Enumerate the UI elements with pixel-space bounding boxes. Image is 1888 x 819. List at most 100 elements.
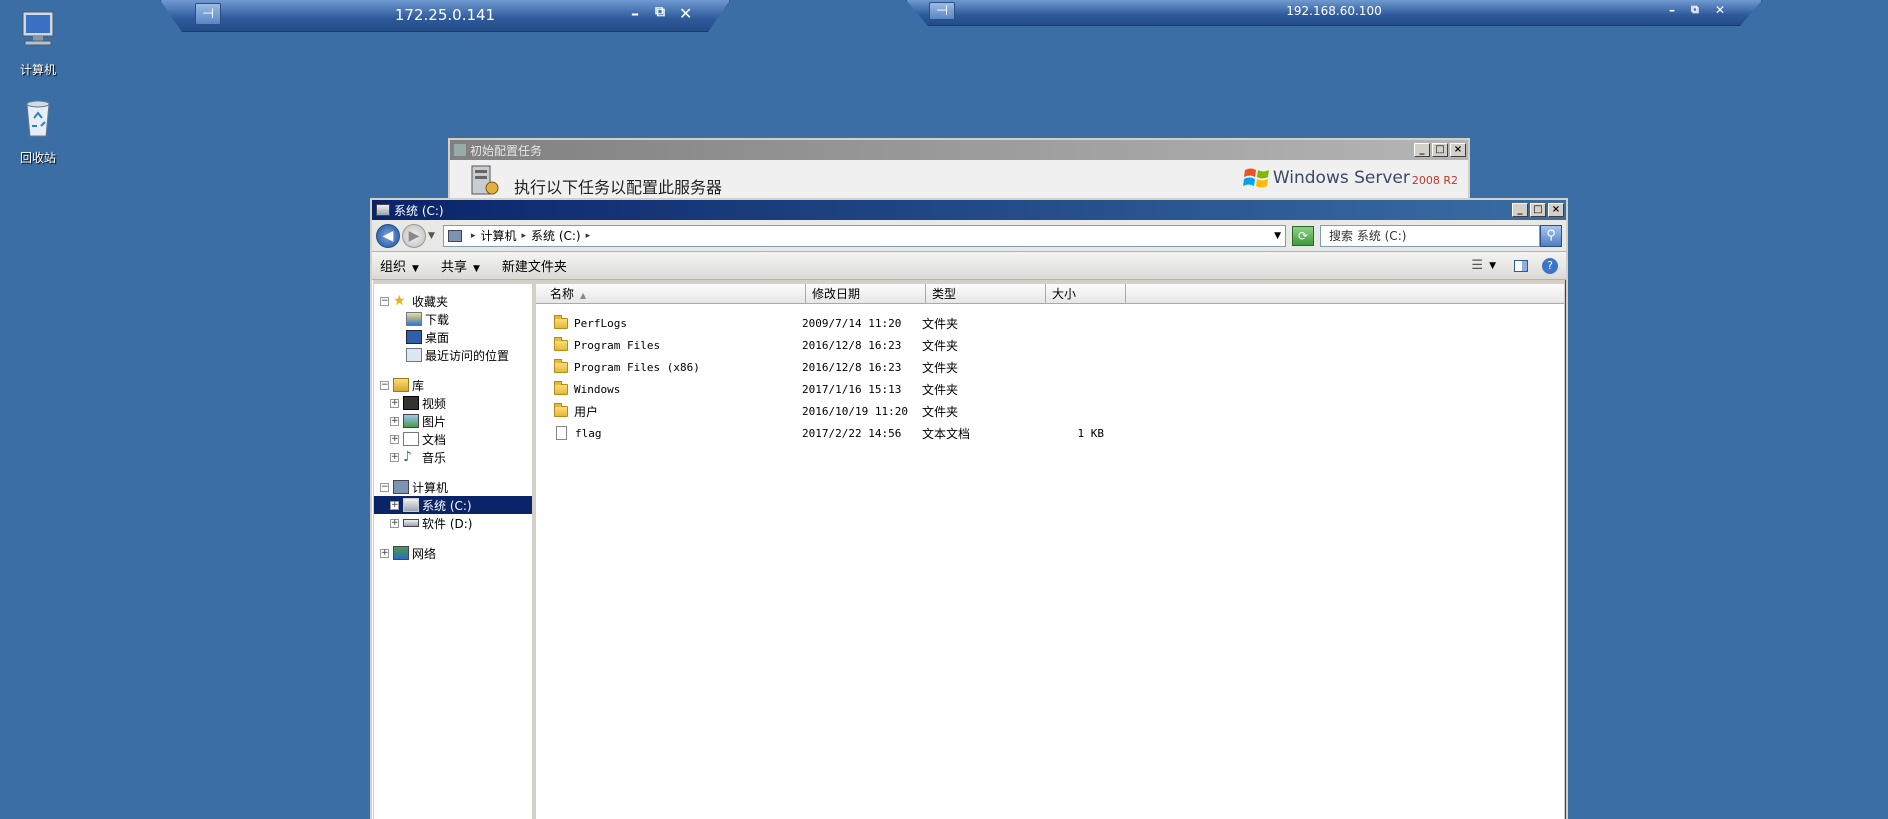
organize-button[interactable]: 组织 ▼ bbox=[380, 256, 419, 275]
restore-button[interactable]: ⧉ bbox=[655, 4, 665, 20]
navigation-pane[interactable]: − ★ 收藏夹 下载 桌面 最近访问的位置 − 库 + 视频 + 图片 + 文档… bbox=[374, 284, 534, 819]
tree-item-desktop[interactable]: 桌面 bbox=[374, 328, 532, 346]
tree-label: 最近访问的位置 bbox=[425, 348, 510, 363]
tree-label: 系统 (C:) bbox=[422, 498, 472, 513]
maximize-button[interactable]: □ bbox=[1530, 203, 1546, 217]
column-header-name[interactable]: 名称 ▲ bbox=[536, 284, 806, 303]
chevron-right-icon[interactable]: ▸ bbox=[586, 231, 591, 241]
column-header-row: 名称 ▲ 修改日期 类型 大小 bbox=[536, 284, 1564, 304]
desktop-icon bbox=[406, 330, 422, 344]
picture-icon bbox=[403, 414, 419, 428]
desktop-icon-recycle-bin[interactable]: 回收站 bbox=[0, 96, 76, 166]
tree-item-network[interactable]: + 网络 bbox=[374, 544, 532, 562]
dropdown-arrow-icon[interactable]: ▼ bbox=[1489, 261, 1496, 271]
chevron-right-icon[interactable]: ▸ bbox=[471, 231, 476, 241]
folder-icon bbox=[554, 380, 568, 395]
expand-icon[interactable]: + bbox=[390, 518, 399, 528]
file-modified: 2017/1/16 15:13 bbox=[802, 382, 902, 396]
tree-item-documents[interactable]: + 文档 bbox=[374, 430, 532, 448]
collapse-icon[interactable]: − bbox=[380, 482, 389, 492]
tree-item-recent-places[interactable]: 最近访问的位置 bbox=[374, 346, 532, 364]
file-row[interactable]: Program Files (x86) 2016/12/8 16:23 文件夹 bbox=[536, 356, 1564, 378]
collapse-icon[interactable]: − bbox=[380, 380, 389, 390]
search-input[interactable]: 搜索 系统 (C:) bbox=[1320, 224, 1540, 247]
file-list-pane[interactable]: 名称 ▲ 修改日期 类型 大小 PerfLogs 2009/7/14 11:20 … bbox=[536, 284, 1564, 819]
file-name: PerfLogs bbox=[574, 316, 627, 330]
minimize-button[interactable]: – bbox=[631, 4, 639, 23]
view-options-icon[interactable]: ☰ bbox=[1471, 258, 1483, 273]
tree-item-music[interactable]: + ♪ 音乐 bbox=[374, 448, 532, 466]
window-titlebar[interactable]: 系统 (C:) _ □ × bbox=[372, 200, 1566, 220]
address-dropdown-icon[interactable]: ▼ bbox=[1274, 231, 1281, 241]
chevron-right-icon[interactable]: ▸ bbox=[521, 231, 526, 241]
tree-item-pictures[interactable]: + 图片 bbox=[374, 412, 532, 430]
search-icon[interactable]: ⚲ bbox=[1540, 224, 1562, 247]
file-row[interactable]: flag 2017/2/22 14:56 文本文档 1 KB bbox=[536, 422, 1564, 444]
folder-icon bbox=[554, 336, 568, 351]
file-row[interactable]: 用户 2016/10/19 11:20 文件夹 bbox=[536, 400, 1564, 422]
column-header-modified[interactable]: 修改日期 bbox=[806, 284, 926, 303]
file-row[interactable]: PerfLogs 2009/7/14 11:20 文件夹 bbox=[536, 312, 1564, 334]
tree-item-downloads[interactable]: 下载 bbox=[374, 310, 532, 328]
close-button[interactable]: × bbox=[1450, 143, 1466, 157]
star-icon: ★ bbox=[393, 293, 406, 309]
share-button[interactable]: 共享 ▼ bbox=[441, 256, 480, 275]
file-name: flag bbox=[575, 426, 602, 440]
collapse-icon[interactable]: − bbox=[380, 296, 389, 306]
preview-pane-icon[interactable] bbox=[1514, 259, 1528, 272]
sort-ascending-icon: ▲ bbox=[580, 291, 587, 300]
desktop-icon-computer[interactable]: 计算机 bbox=[0, 8, 76, 78]
help-icon[interactable]: ? bbox=[1542, 257, 1558, 274]
back-button[interactable]: ◀ bbox=[376, 223, 400, 248]
minimize-button[interactable]: – bbox=[1669, 3, 1675, 17]
connection-address: 172.25.0.141 bbox=[394, 6, 496, 24]
dropdown-arrow-icon: ▼ bbox=[412, 264, 419, 274]
restore-button[interactable]: ⧉ bbox=[1691, 3, 1699, 17]
address-row: ◀ ▶ ▼ ▸ 计算机 ▸ 系统 (C:) ▸ ▼ ⟳ 搜索 系统 (C:) ⚲ bbox=[372, 220, 1566, 252]
breadcrumb-drive-c[interactable]: 系统 (C:) bbox=[531, 227, 581, 244]
tree-label: 图片 bbox=[422, 414, 447, 429]
rdp-connection-bar[interactable]: ⊣ 172.25.0.141 – ⧉ ✕ bbox=[160, 0, 730, 32]
file-row[interactable]: Program Files 2016/12/8 16:23 文件夹 bbox=[536, 334, 1564, 356]
explorer-window[interactable]: 系统 (C:) _ □ × ◀ ▶ ▼ ▸ 计算机 ▸ 系统 (C:) ▸ ▼ … bbox=[370, 198, 1568, 819]
expand-icon[interactable]: + bbox=[390, 398, 399, 408]
forward-button[interactable]: ▶ bbox=[402, 223, 426, 248]
dropdown-arrow-icon: ▼ bbox=[472, 264, 480, 274]
history-dropdown-icon[interactable]: ▼ bbox=[428, 231, 435, 241]
text-file-icon bbox=[556, 426, 567, 440]
minimize-button[interactable]: _ bbox=[1512, 203, 1528, 217]
tree-item-drive-d[interactable]: + 软件 (D:) bbox=[374, 514, 532, 532]
drive-icon bbox=[403, 498, 419, 512]
window-titlebar[interactable]: 初始配置任务 _ □ × bbox=[450, 140, 1468, 160]
folder-icon bbox=[554, 358, 568, 373]
downloads-folder-icon bbox=[406, 312, 422, 326]
file-type: 文件夹 bbox=[922, 360, 959, 375]
column-header-size[interactable]: 大小 bbox=[1046, 284, 1126, 303]
tree-item-libraries[interactable]: − 库 bbox=[374, 376, 532, 394]
tree-item-favorites[interactable]: − ★ 收藏夹 bbox=[374, 292, 532, 310]
tree-label: 音乐 bbox=[422, 450, 447, 465]
expand-icon[interactable]: + bbox=[390, 434, 399, 444]
breadcrumb-computer[interactable]: 计算机 bbox=[480, 227, 516, 244]
close-button[interactable]: × bbox=[1548, 203, 1564, 217]
file-modified: 2016/12/8 16:23 bbox=[802, 338, 902, 352]
address-bar[interactable]: ▸ 计算机 ▸ 系统 (C:) ▸ ▼ bbox=[442, 224, 1286, 247]
tree-item-computer[interactable]: − 计算机 bbox=[374, 478, 532, 496]
file-row[interactable]: Windows 2017/1/16 15:13 文件夹 bbox=[536, 378, 1564, 400]
tree-label: 网络 bbox=[412, 546, 437, 561]
minimize-button[interactable]: _ bbox=[1414, 143, 1430, 157]
expand-icon[interactable]: + bbox=[390, 500, 399, 510]
close-button[interactable]: ✕ bbox=[1715, 3, 1725, 17]
maximize-button[interactable]: □ bbox=[1432, 143, 1448, 157]
close-button[interactable]: ✕ bbox=[679, 4, 692, 23]
tools-icon bbox=[454, 144, 466, 156]
tree-item-videos[interactable]: + 视频 bbox=[374, 394, 532, 412]
rdp-connection-bar[interactable]: ⊣ 192.168.60.100 – ⧉ ✕ bbox=[906, 0, 1762, 26]
expand-icon[interactable]: + bbox=[390, 416, 399, 426]
expand-icon[interactable]: + bbox=[390, 452, 399, 462]
expand-icon[interactable]: + bbox=[380, 548, 389, 558]
column-header-type[interactable]: 类型 bbox=[926, 284, 1046, 303]
refresh-button[interactable]: ⟳ bbox=[1292, 225, 1314, 246]
new-folder-button[interactable]: 新建文件夹 bbox=[502, 256, 567, 275]
tree-item-drive-c[interactable]: + 系统 (C:) bbox=[374, 496, 532, 514]
